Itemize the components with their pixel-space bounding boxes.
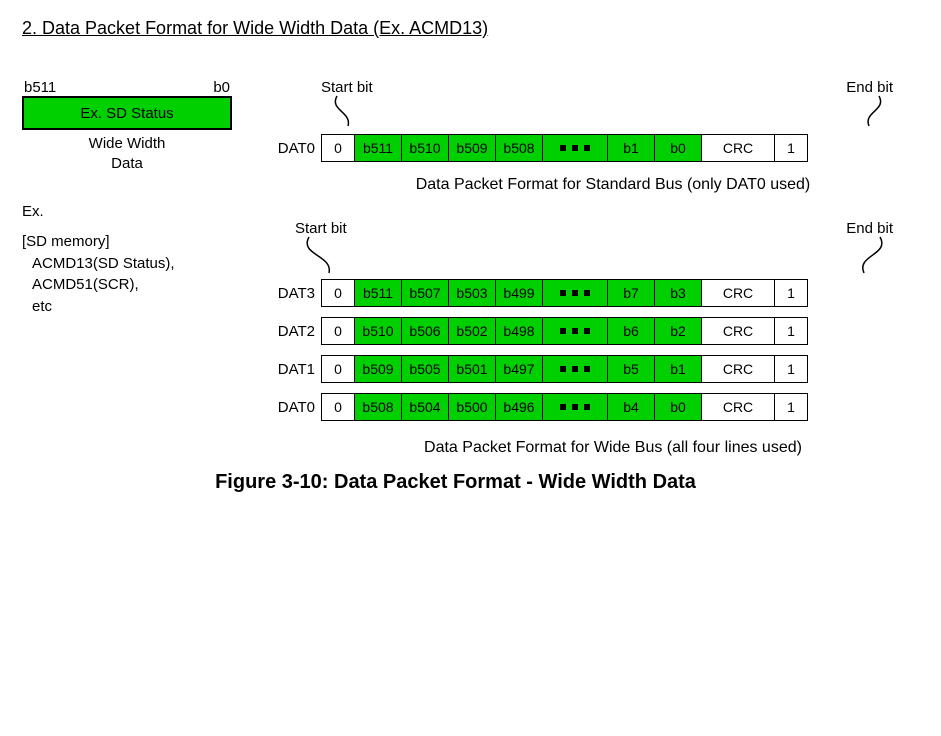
- section-heading: 2. Data Packet Format for Wide Width Dat…: [22, 18, 919, 39]
- bit-cell: b511: [355, 135, 402, 161]
- start-bit-cell: 0: [322, 356, 355, 382]
- wide-packet-row: DAT0 0 b508 b504 b500 b496 b4 b0 CRC 1: [257, 393, 919, 421]
- end-bit-cell: 1: [775, 318, 807, 344]
- wide-packet: 0 b508 b504 b500 b496 b4 b0 CRC 1: [321, 393, 808, 421]
- bit-cell: b0: [655, 394, 702, 420]
- bit-cell: b497: [496, 356, 543, 382]
- end-bit-cell: 1: [775, 280, 807, 306]
- ex-line2: ACMD13(SD Status),: [22, 253, 257, 275]
- sd-status-box: Ex. SD Status: [22, 96, 232, 130]
- wide-packet: 0 b511 b507 b503 b499 b7 b3 CRC 1: [321, 279, 808, 307]
- wide-callouts: Start bit End bit: [237, 220, 919, 275]
- bit-cell: b2: [655, 318, 702, 344]
- wide-packet-row: DAT3 0 b511 b507 b503 b499 b7 b3 CRC 1: [257, 279, 919, 307]
- start-bit-callout: Start bit: [321, 79, 373, 128]
- end-bit-cell: 1: [775, 394, 807, 420]
- callout-curve-icon: [332, 94, 362, 128]
- std-caption: Data Packet Format for Standard Bus (onl…: [307, 176, 919, 194]
- end-bit-callout: End bit: [846, 79, 893, 128]
- start-bit-cell: 0: [322, 394, 355, 420]
- ex-label: Ex.: [22, 201, 257, 223]
- wide-caption: Data Packet Format for Wide Bus (all fou…: [307, 439, 919, 457]
- bit-cell: b508: [355, 394, 402, 420]
- ex-line3: ACMD51(SCR),: [22, 274, 257, 296]
- ellipsis-cell: [543, 135, 608, 161]
- wide-packet: 0 b509 b505 b501 b497 b5 b1 CRC 1: [321, 355, 808, 383]
- bit-cell: b4: [608, 394, 655, 420]
- end-bit-cell: 1: [775, 356, 807, 382]
- bit-cell: b1: [608, 135, 655, 161]
- ellipsis-cell: [543, 280, 608, 306]
- bit-cell: b503: [449, 280, 496, 306]
- bit-cell: b1: [655, 356, 702, 382]
- figure-title: Figure 3-10: Data Packet Format - Wide W…: [0, 471, 919, 494]
- crc-cell: CRC: [702, 356, 775, 382]
- std-lane-label: DAT0: [257, 140, 321, 157]
- bit-cell: b496: [496, 394, 543, 420]
- main-layout: b511 b0 Ex. SD Status Wide Width Data Ex…: [22, 79, 919, 463]
- ellipsis-cell: [543, 394, 608, 420]
- start-bit-callout: Start bit: [295, 220, 347, 275]
- wide-width-line1: Wide Width: [22, 134, 232, 154]
- left-column: b511 b0 Ex. SD Status Wide Width Data Ex…: [22, 79, 257, 318]
- wide-packet-row: DAT2 0 b510 b506 b502 b498 b6 b2 CRC 1: [257, 317, 919, 345]
- bit-cell: b506: [402, 318, 449, 344]
- right-column: Start bit End bit DAT0 0 b511 b510 b509 …: [257, 79, 919, 463]
- wide-packet-stack: DAT3 0 b511 b507 b503 b499 b7 b3 CRC 1 D…: [257, 279, 919, 421]
- bit-cell: b510: [402, 135, 449, 161]
- crc-cell: CRC: [702, 318, 775, 344]
- std-callouts: Start bit End bit: [257, 79, 919, 128]
- start-bit-cell: 0: [322, 135, 355, 161]
- bit-cell: b505: [402, 356, 449, 382]
- ex-line1: [SD memory]: [22, 231, 257, 253]
- bit-cell: b508: [496, 135, 543, 161]
- bit-cell: b502: [449, 318, 496, 344]
- bit-cell: b3: [655, 280, 702, 306]
- callout-curve-icon: [852, 235, 888, 275]
- bit-cell: b501: [449, 356, 496, 382]
- bit-cell: b509: [355, 356, 402, 382]
- msb-label: b511: [24, 79, 56, 96]
- example-block: Ex. [SD memory] ACMD13(SD Status), ACMD5…: [22, 201, 257, 318]
- wide-lane-label: DAT3: [257, 285, 321, 302]
- ellipsis-cell: [543, 356, 608, 382]
- bit-cell: b0: [655, 135, 702, 161]
- wide-width-line2: Data: [22, 154, 232, 174]
- ellipsis-cell: [543, 318, 608, 344]
- crc-cell: CRC: [702, 135, 775, 161]
- bit-cell: b511: [355, 280, 402, 306]
- callout-curve-icon: [303, 235, 339, 275]
- ex-line4: etc: [22, 296, 257, 318]
- bit-cell: b507: [402, 280, 449, 306]
- lsb-label: b0: [213, 79, 230, 96]
- bit-cell: b509: [449, 135, 496, 161]
- end-bit-callout: End bit: [846, 220, 893, 275]
- bit-endpoints: b511 b0: [22, 79, 232, 96]
- std-packet: 0 b511 b510 b509 b508 b1 b0 CRC 1: [321, 134, 808, 162]
- bit-cell: b504: [402, 394, 449, 420]
- bit-cell: b500: [449, 394, 496, 420]
- end-bit-cell: 1: [775, 135, 807, 161]
- std-packet-row: DAT0 0 b511 b510 b509 b508 b1 b0 CRC 1: [257, 134, 919, 162]
- bit-cell: b499: [496, 280, 543, 306]
- start-bit-cell: 0: [322, 280, 355, 306]
- bit-cell: b5: [608, 356, 655, 382]
- wide-lane-label: DAT0: [257, 399, 321, 416]
- wide-lane-label: DAT1: [257, 361, 321, 378]
- bit-cell: b510: [355, 318, 402, 344]
- crc-cell: CRC: [702, 280, 775, 306]
- wide-lane-label: DAT2: [257, 323, 321, 340]
- bit-cell: b7: [608, 280, 655, 306]
- wide-packet-row: DAT1 0 b509 b505 b501 b497 b5 b1 CRC 1: [257, 355, 919, 383]
- bit-cell: b6: [608, 318, 655, 344]
- wide-packet: 0 b510 b506 b502 b498 b6 b2 CRC 1: [321, 317, 808, 345]
- callout-curve-icon: [855, 94, 885, 128]
- crc-cell: CRC: [702, 394, 775, 420]
- start-bit-cell: 0: [322, 318, 355, 344]
- bit-cell: b498: [496, 318, 543, 344]
- wide-width-caption: Wide Width Data: [22, 134, 232, 173]
